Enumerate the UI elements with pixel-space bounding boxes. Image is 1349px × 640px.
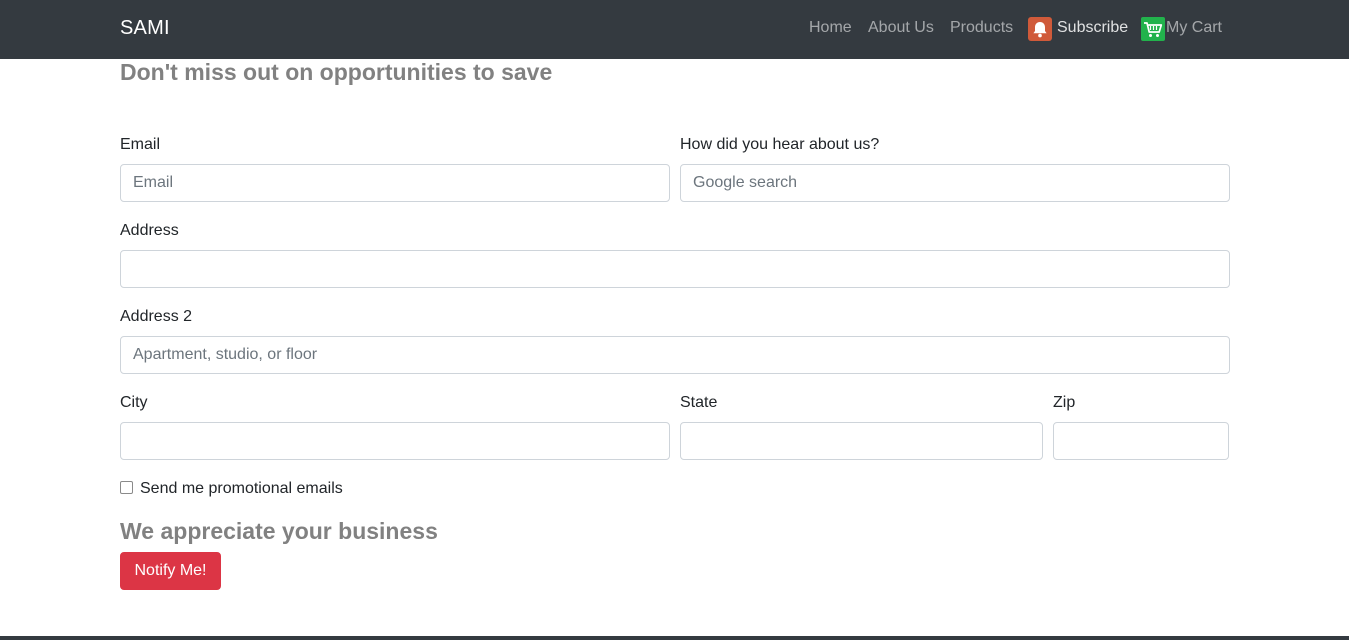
hear-about-input[interactable] [680, 164, 1230, 202]
bottom-divider [0, 636, 1349, 640]
email-label: Email [120, 136, 161, 153]
brand-logo[interactable]: SAMI [120, 17, 170, 40]
nav-about-link[interactable]: About Us [868, 19, 934, 37]
state-label: State [680, 394, 718, 411]
zip-input[interactable] [1053, 422, 1229, 460]
zip-label: Zip [1053, 394, 1076, 411]
bell-icon[interactable] [1028, 17, 1052, 41]
state-input[interactable] [680, 422, 1043, 460]
notify-me-button[interactable]: Notify Me! [120, 552, 221, 590]
top-navbar: SAMI Home About Us Products Subscribe My… [0, 0, 1349, 59]
address-input[interactable] [120, 250, 1230, 288]
promo-checkbox-label[interactable]: Send me promotional emails [140, 480, 343, 498]
nav-subscribe-link[interactable]: Subscribe [1057, 19, 1128, 37]
hear-about-label: How did you hear about us? [680, 136, 880, 153]
address2-label: Address 2 [120, 308, 193, 325]
appreciation-heading: We appreciate your business [120, 518, 438, 544]
email-input[interactable] [120, 164, 670, 202]
nav-cart-link[interactable]: My Cart [1166, 19, 1222, 37]
address2-input[interactable] [120, 336, 1230, 374]
city-input[interactable] [120, 422, 670, 460]
nav-products-link[interactable]: Products [950, 19, 1013, 37]
city-label: City [120, 394, 148, 411]
page-heading: Don't miss out on opportunities to save [120, 59, 553, 85]
address-label: Address [120, 222, 179, 239]
nav-home-link[interactable]: Home [809, 19, 852, 37]
promo-checkbox[interactable] [120, 481, 133, 494]
cart-icon[interactable] [1141, 17, 1165, 41]
